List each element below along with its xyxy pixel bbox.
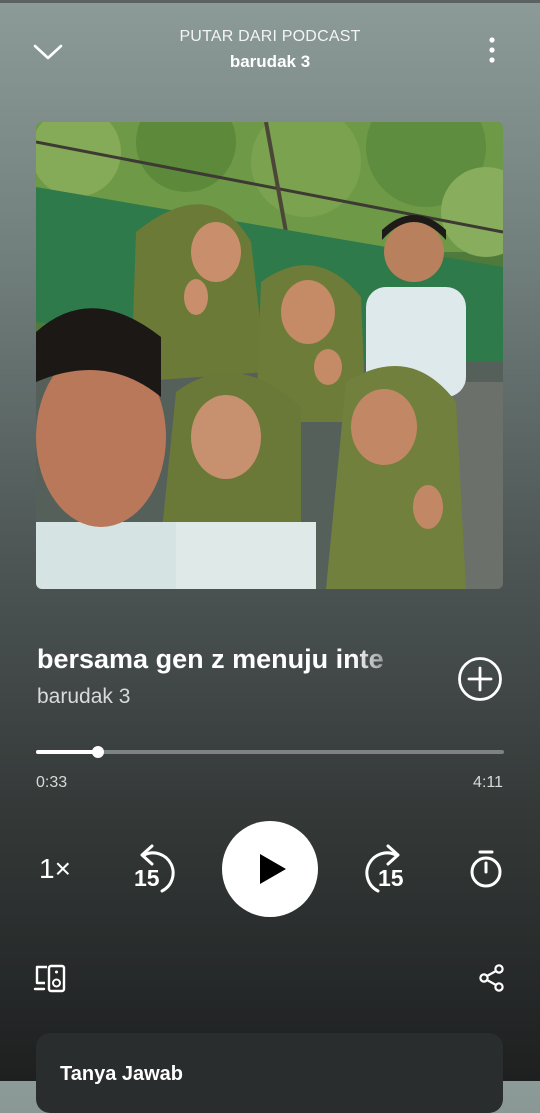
playback-speed-button[interactable]: 1× <box>30 846 80 892</box>
sleep-timer-button[interactable] <box>464 846 508 892</box>
play-button[interactable] <box>222 821 318 917</box>
progress-bar[interactable] <box>36 746 504 758</box>
more-vertical-icon <box>489 37 495 63</box>
skip-forward-15-button[interactable]: 15 <box>358 843 410 895</box>
header-title[interactable]: barudak 3 <box>0 52 540 72</box>
skip-back-seconds: 15 <box>134 865 160 891</box>
elapsed-time: 0:33 <box>36 774 68 791</box>
add-to-library-button[interactable] <box>456 655 504 703</box>
qa-card[interactable]: Tanya Jawab <box>36 1033 503 1113</box>
qa-card-title: Tanya Jawab <box>60 1063 184 1085</box>
timer-icon <box>470 850 502 888</box>
header-context-label: PUTAR DARI PODCAST <box>179 28 361 45</box>
share-button[interactable] <box>472 958 512 998</box>
episode-title[interactable]: bersama gen z menuju inte <box>37 644 409 675</box>
show-name[interactable]: barudak 3 <box>37 685 130 709</box>
skip-forward-seconds: 15 <box>378 865 404 891</box>
progress-handle[interactable] <box>91 746 104 758</box>
play-icon <box>259 854 286 884</box>
connect-device-button[interactable] <box>30 958 70 998</box>
connect-device-icon <box>33 964 66 993</box>
episode-cover-image <box>36 122 503 589</box>
add-circle-icon <box>458 657 502 701</box>
share-icon <box>479 964 504 992</box>
total-duration: 4:11 <box>473 774 503 791</box>
skip-back-15-button[interactable]: 15 <box>130 843 182 895</box>
playback-speed-label: 1× <box>39 853 71 884</box>
more-options-button[interactable] <box>476 32 508 68</box>
progress-fill <box>36 750 98 754</box>
status-edge <box>0 0 540 3</box>
